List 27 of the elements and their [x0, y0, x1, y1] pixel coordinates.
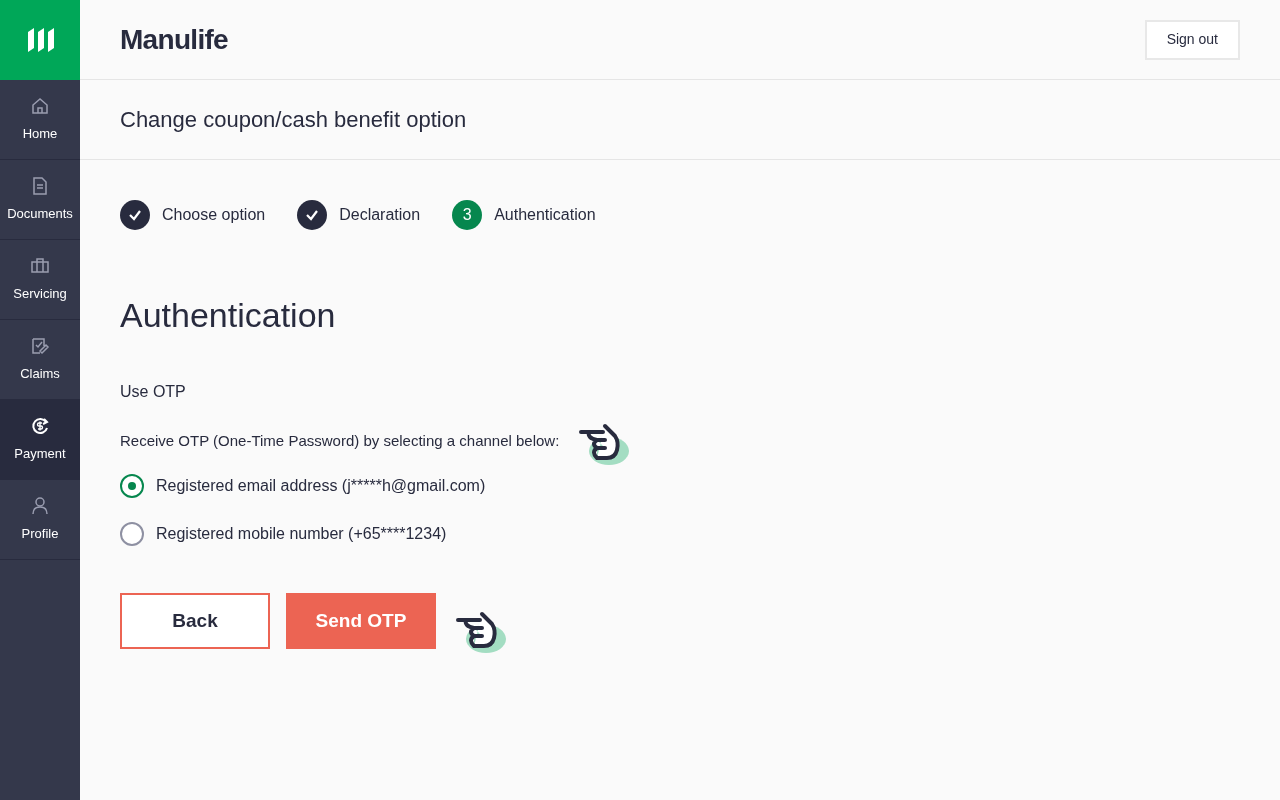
radio-button[interactable] [120, 474, 144, 498]
home-icon [30, 95, 50, 116]
sidebar-item[interactable]: Profile [0, 480, 80, 560]
back-button[interactable]: Back [120, 593, 270, 649]
section-heading: Authentication [120, 298, 337, 332]
step-label: Authentication [494, 205, 596, 225]
step-label: Choose option [162, 205, 266, 225]
radio-label: Registered mobile number (+65****1234) [156, 524, 447, 544]
section-label: Use OTP [120, 382, 187, 402]
sidebar-item[interactable]: Payment [0, 400, 80, 480]
step-label: Declaration [339, 205, 421, 225]
page-title: Change coupon/cash benefit option [120, 106, 467, 134]
person-icon [30, 495, 50, 516]
sidebar-item[interactable]: Documents [0, 160, 80, 240]
radio-button[interactable] [120, 522, 144, 546]
step-number: 3 [452, 200, 483, 230]
checked-form-icon [30, 335, 50, 356]
instruction-text: Receive OTP (One-Time Password) by selecting a channel below: [120, 431, 560, 451]
document-icon [30, 175, 50, 196]
briefcase-icon [30, 255, 50, 276]
radio-label: Registered email address (j*****h@gmail.com) [156, 476, 486, 496]
sign-out-button[interactable]: Sign out [1144, 19, 1240, 60]
dollar-cycle-icon [30, 415, 50, 436]
sidebar-item[interactable]: Servicing [0, 240, 80, 320]
sidebar-item[interactable]: Home [0, 80, 80, 160]
brand-wordmark: Manulife [120, 22, 228, 57]
logo-icon [25, 26, 55, 54]
